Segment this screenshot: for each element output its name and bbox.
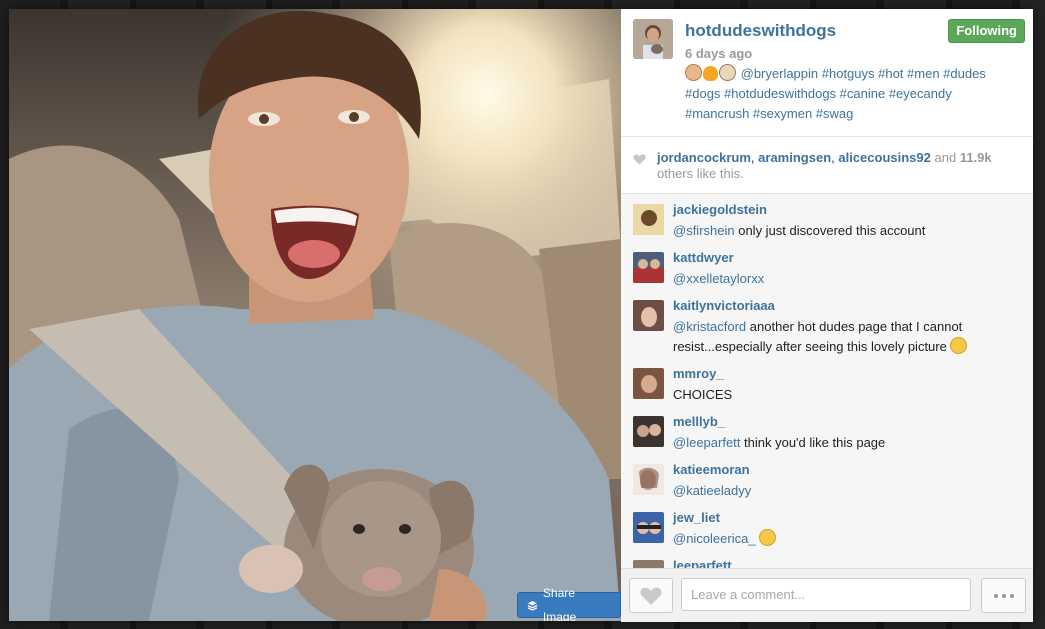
owner-avatar-image — [633, 19, 673, 59]
photo-modal: Share Image hotdudeswithdogs Following 6… — [9, 9, 1033, 622]
commenter-avatar[interactable] — [633, 204, 664, 235]
commenter-avatar-image — [633, 204, 664, 235]
comment-item: mmroy_ CHOICES — [621, 362, 1033, 408]
dot-icon — [1009, 593, 1014, 598]
comment-item: kattdwyer @xxelletaylorxx — [621, 246, 1033, 292]
commenter-avatar[interactable] — [633, 416, 664, 447]
commenter-avatar-image — [633, 464, 664, 495]
comment-body: CHOICES — [673, 387, 733, 402]
dog-face-emoji — [719, 64, 736, 81]
post-time: 6 days ago — [685, 46, 753, 61]
post-photo-image — [9, 9, 621, 621]
layers-icon — [527, 600, 538, 611]
comment-mention[interactable]: @nicoleerica_ — [673, 531, 756, 546]
commenter-username[interactable]: mmroy_ — [673, 366, 724, 381]
commenter-username[interactable]: kaitlynvictoriaaa — [673, 298, 775, 313]
post-header: hotdudeswithdogs Following 6 days ago @b… — [621, 9, 1033, 137]
comment-item: jew_liet @nicoleerica_ — [621, 506, 1033, 552]
comment-text: @kristacford another hot dudes page that… — [673, 317, 1023, 357]
comment-mention[interactable]: @sfirshein — [673, 223, 735, 238]
comment-item: leeparfett — [621, 554, 1033, 568]
commenter-avatar-image — [633, 560, 664, 568]
comment-body: think you'd like this page — [740, 435, 886, 450]
comment-input[interactable] — [681, 578, 971, 611]
post-photo[interactable]: Share Image — [9, 9, 621, 621]
dot-icon — [993, 593, 998, 598]
more-options-button[interactable] — [981, 578, 1026, 613]
commenter-username[interactable]: jew_liet — [673, 510, 720, 525]
comment-mention[interactable]: @leeparfett — [673, 435, 740, 450]
dot-icon — [1001, 593, 1006, 598]
commenter-avatar[interactable] — [633, 300, 664, 331]
share-image-button[interactable]: Share Image — [517, 586, 621, 621]
heart-eyes-emoji — [759, 529, 777, 546]
commenter-username[interactable]: leeparfett — [673, 558, 732, 568]
comment-mention[interactable]: @kristacford — [673, 319, 746, 334]
commenter-avatar[interactable] — [633, 252, 664, 283]
commenter-avatar[interactable] — [633, 512, 664, 543]
commenter-avatar-image — [633, 416, 664, 447]
commenter-avatar-image — [633, 300, 664, 331]
comment-text: @leeparfett think you'd like this page — [673, 433, 1023, 453]
heart-eyes-emoji — [950, 337, 968, 354]
fire-emoji — [703, 66, 718, 81]
liker-link[interactable]: alicecousins92 — [838, 150, 931, 165]
comment-text: CHOICES — [673, 385, 1023, 405]
heart-icon — [633, 154, 646, 165]
commenter-avatar-image — [633, 512, 664, 543]
comment-item: katieemoran @katieeladyy — [621, 458, 1033, 504]
comment-text: @nicoleerica_ — [673, 529, 1023, 549]
post-details-panel: hotdudeswithdogs Following 6 days ago @b… — [621, 9, 1033, 622]
commenter-avatar-image — [633, 368, 664, 399]
comment-item: jackiegoldstein @sfirshein only just dis… — [621, 198, 1033, 244]
comment-mention[interactable]: @xxelletaylorxx — [673, 271, 764, 286]
commenter-avatar[interactable] — [633, 560, 664, 568]
following-button[interactable]: Following — [948, 19, 1025, 43]
comment-item: melllyb_ @leeparfett think you'd like th… — [621, 410, 1033, 456]
share-image-label: Share Image — [542, 586, 577, 621]
likers-line: jordancockrum, aramingsen, alicecousins9… — [657, 150, 992, 165]
likes-section: jordancockrum, aramingsen, alicecousins9… — [621, 137, 1033, 194]
commenter-avatar[interactable] — [633, 368, 664, 399]
commenter-username[interactable]: kattdwyer — [673, 250, 734, 265]
commenter-username[interactable]: jackiegoldstein — [673, 202, 767, 217]
comment-footer — [621, 568, 1033, 622]
like-button[interactable] — [629, 578, 673, 613]
likes-count[interactable]: 11.9k — [960, 150, 992, 165]
liker-link[interactable]: jordancockrum — [657, 150, 751, 165]
heart-icon — [640, 587, 662, 605]
comment-text: @sfirshein only just discovered this acc… — [673, 221, 1023, 241]
comment-mention[interactable]: @katieeladyy — [673, 483, 751, 498]
commenter-avatar-image — [633, 252, 664, 283]
owner-avatar[interactable] — [633, 19, 673, 59]
comment-item: kaitlynvictoriaaa @kristacford another h… — [621, 294, 1033, 360]
comment-text: @xxelletaylorxx — [673, 269, 1023, 289]
commenter-avatar[interactable] — [633, 464, 664, 495]
comment-text: @katieeladyy — [673, 481, 1023, 501]
owner-username-link[interactable]: hotdudeswithdogs — [685, 21, 836, 41]
commenter-username[interactable]: melllyb_ — [673, 414, 725, 429]
commenter-username[interactable]: katieemoran — [673, 462, 750, 477]
comments-list[interactable]: jackiegoldstein @sfirshein only just dis… — [621, 194, 1033, 568]
likes-and-text: and — [934, 150, 957, 165]
likes-others-text: others like this. — [657, 166, 744, 181]
comment-body: only just discovered this account — [734, 223, 926, 238]
post-caption: @bryerlappin #hotguys #hot #men #dudes #… — [685, 64, 1015, 124]
man-face-emoji — [685, 64, 702, 81]
liker-link[interactable]: aramingsen — [758, 150, 831, 165]
